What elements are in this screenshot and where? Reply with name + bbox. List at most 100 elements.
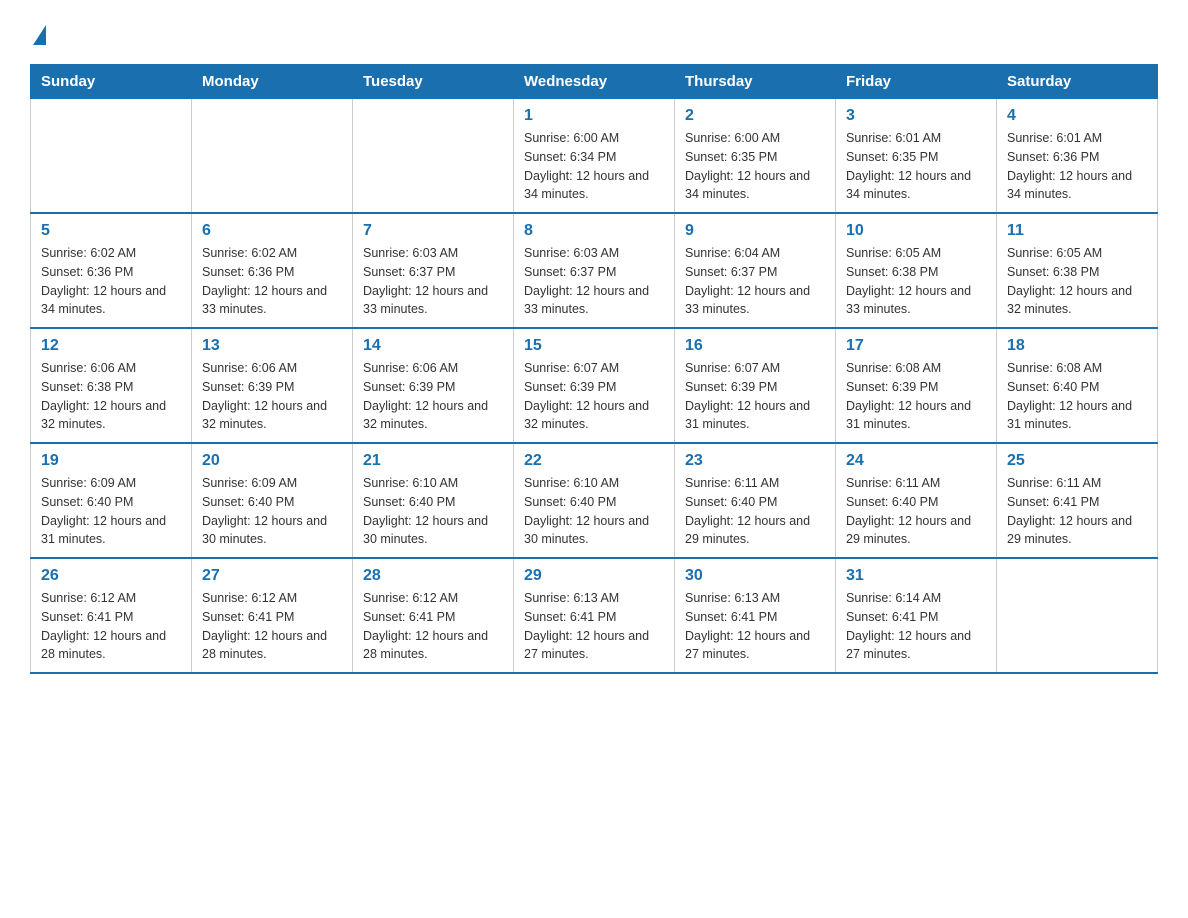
calendar-day-cell: 15 Sunrise: 6:07 AM Sunset: 6:39 PM Dayli… xyxy=(514,328,675,443)
calendar-day-cell: 13 Sunrise: 6:06 AM Sunset: 6:39 PM Dayli… xyxy=(192,328,353,443)
day-info: Sunrise: 6:07 AM Sunset: 6:39 PM Dayligh… xyxy=(685,359,825,434)
calendar-day-cell: 26 Sunrise: 6:12 AM Sunset: 6:41 PM Dayli… xyxy=(31,558,192,673)
day-of-week-header: Tuesday xyxy=(353,65,514,99)
calendar-day-cell: 30 Sunrise: 6:13 AM Sunset: 6:41 PM Dayli… xyxy=(675,558,836,673)
calendar-day-cell: 23 Sunrise: 6:11 AM Sunset: 6:40 PM Dayli… xyxy=(675,443,836,558)
day-number: 3 xyxy=(846,107,986,125)
calendar-day-cell: 14 Sunrise: 6:06 AM Sunset: 6:39 PM Dayli… xyxy=(353,328,514,443)
day-info: Sunrise: 6:06 AM Sunset: 6:39 PM Dayligh… xyxy=(363,359,503,434)
day-number: 12 xyxy=(41,337,181,355)
calendar-day-cell: 24 Sunrise: 6:11 AM Sunset: 6:40 PM Dayli… xyxy=(836,443,997,558)
calendar-day-cell: 16 Sunrise: 6:07 AM Sunset: 6:39 PM Dayli… xyxy=(675,328,836,443)
day-info: Sunrise: 6:05 AM Sunset: 6:38 PM Dayligh… xyxy=(846,244,986,319)
day-info: Sunrise: 6:00 AM Sunset: 6:35 PM Dayligh… xyxy=(685,129,825,204)
day-number: 1 xyxy=(524,107,664,125)
calendar-day-cell: 1 Sunrise: 6:00 AM Sunset: 6:34 PM Daylig… xyxy=(514,99,675,214)
day-number: 9 xyxy=(685,222,825,240)
day-info: Sunrise: 6:11 AM Sunset: 6:40 PM Dayligh… xyxy=(685,474,825,549)
calendar-day-cell: 3 Sunrise: 6:01 AM Sunset: 6:35 PM Daylig… xyxy=(836,99,997,214)
calendar-day-cell: 21 Sunrise: 6:10 AM Sunset: 6:40 PM Dayli… xyxy=(353,443,514,558)
day-number: 13 xyxy=(202,337,342,355)
calendar-day-cell xyxy=(997,558,1158,673)
day-info: Sunrise: 6:09 AM Sunset: 6:40 PM Dayligh… xyxy=(202,474,342,549)
day-number: 20 xyxy=(202,452,342,470)
day-number: 17 xyxy=(846,337,986,355)
day-of-week-header: Sunday xyxy=(31,65,192,99)
day-of-week-header: Thursday xyxy=(675,65,836,99)
calendar-table: SundayMondayTuesdayWednesdayThursdayFrid… xyxy=(30,64,1158,674)
calendar-day-cell xyxy=(192,99,353,214)
day-info: Sunrise: 6:09 AM Sunset: 6:40 PM Dayligh… xyxy=(41,474,181,549)
day-info: Sunrise: 6:01 AM Sunset: 6:35 PM Dayligh… xyxy=(846,129,986,204)
day-info: Sunrise: 6:08 AM Sunset: 6:39 PM Dayligh… xyxy=(846,359,986,434)
day-info: Sunrise: 6:06 AM Sunset: 6:38 PM Dayligh… xyxy=(41,359,181,434)
day-number: 4 xyxy=(1007,107,1147,125)
day-number: 21 xyxy=(363,452,503,470)
day-number: 8 xyxy=(524,222,664,240)
day-info: Sunrise: 6:11 AM Sunset: 6:41 PM Dayligh… xyxy=(1007,474,1147,549)
day-info: Sunrise: 6:12 AM Sunset: 6:41 PM Dayligh… xyxy=(363,589,503,664)
calendar-day-cell xyxy=(31,99,192,214)
day-of-week-header: Monday xyxy=(192,65,353,99)
day-info: Sunrise: 6:00 AM Sunset: 6:34 PM Dayligh… xyxy=(524,129,664,204)
day-number: 30 xyxy=(685,567,825,585)
page-header xyxy=(30,20,1158,48)
calendar-day-cell: 19 Sunrise: 6:09 AM Sunset: 6:40 PM Dayli… xyxy=(31,443,192,558)
day-number: 28 xyxy=(363,567,503,585)
calendar-day-cell: 12 Sunrise: 6:06 AM Sunset: 6:38 PM Dayli… xyxy=(31,328,192,443)
calendar-day-cell: 5 Sunrise: 6:02 AM Sunset: 6:36 PM Daylig… xyxy=(31,213,192,328)
calendar-day-cell: 31 Sunrise: 6:14 AM Sunset: 6:41 PM Dayli… xyxy=(836,558,997,673)
calendar-day-cell: 2 Sunrise: 6:00 AM Sunset: 6:35 PM Daylig… xyxy=(675,99,836,214)
day-info: Sunrise: 6:03 AM Sunset: 6:37 PM Dayligh… xyxy=(363,244,503,319)
day-of-week-header: Saturday xyxy=(997,65,1158,99)
day-info: Sunrise: 6:13 AM Sunset: 6:41 PM Dayligh… xyxy=(685,589,825,664)
day-number: 18 xyxy=(1007,337,1147,355)
calendar-body: 1 Sunrise: 6:00 AM Sunset: 6:34 PM Daylig… xyxy=(31,99,1158,674)
day-info: Sunrise: 6:07 AM Sunset: 6:39 PM Dayligh… xyxy=(524,359,664,434)
day-number: 2 xyxy=(685,107,825,125)
day-number: 14 xyxy=(363,337,503,355)
calendar-week-row: 1 Sunrise: 6:00 AM Sunset: 6:34 PM Daylig… xyxy=(31,99,1158,214)
day-info: Sunrise: 6:11 AM Sunset: 6:40 PM Dayligh… xyxy=(846,474,986,549)
day-info: Sunrise: 6:14 AM Sunset: 6:41 PM Dayligh… xyxy=(846,589,986,664)
logo xyxy=(30,20,46,48)
day-info: Sunrise: 6:02 AM Sunset: 6:36 PM Dayligh… xyxy=(41,244,181,319)
day-number: 31 xyxy=(846,567,986,585)
day-number: 22 xyxy=(524,452,664,470)
calendar-day-cell: 27Sunrise: 6:12 AM Sunset: 6:41 PM Dayli… xyxy=(192,558,353,673)
calendar-week-row: 5 Sunrise: 6:02 AM Sunset: 6:36 PM Daylig… xyxy=(31,213,1158,328)
day-number: 5 xyxy=(41,222,181,240)
day-info: Sunrise: 6:10 AM Sunset: 6:40 PM Dayligh… xyxy=(363,474,503,549)
calendar-day-cell: 7 Sunrise: 6:03 AM Sunset: 6:37 PM Daylig… xyxy=(353,213,514,328)
logo-triangle-icon xyxy=(33,25,46,45)
calendar-day-cell: 22 Sunrise: 6:10 AM Sunset: 6:40 PM Dayli… xyxy=(514,443,675,558)
day-info: Sunrise: 6:12 AM Sunset: 6:41 PM Dayligh… xyxy=(41,589,181,664)
day-number: 11 xyxy=(1007,222,1147,240)
calendar-day-cell xyxy=(353,99,514,214)
calendar-header: SundayMondayTuesdayWednesdayThursdayFrid… xyxy=(31,65,1158,99)
day-info: Sunrise: 6:06 AM Sunset: 6:39 PM Dayligh… xyxy=(202,359,342,434)
days-of-week-row: SundayMondayTuesdayWednesdayThursdayFrid… xyxy=(31,65,1158,99)
day-info: Sunrise: 6:12 AM Sunset: 6:41 PM Dayligh… xyxy=(202,589,342,664)
calendar-day-cell: 9Sunrise: 6:04 AM Sunset: 6:37 PM Daylig… xyxy=(675,213,836,328)
calendar-day-cell: 17 Sunrise: 6:08 AM Sunset: 6:39 PM Dayli… xyxy=(836,328,997,443)
day-number: 6 xyxy=(202,222,342,240)
calendar-week-row: 12 Sunrise: 6:06 AM Sunset: 6:38 PM Dayli… xyxy=(31,328,1158,443)
day-number: 29 xyxy=(524,567,664,585)
day-number: 16 xyxy=(685,337,825,355)
day-info: Sunrise: 6:13 AM Sunset: 6:41 PM Dayligh… xyxy=(524,589,664,664)
calendar-week-row: 19 Sunrise: 6:09 AM Sunset: 6:40 PM Dayli… xyxy=(31,443,1158,558)
logo-blue-text xyxy=(30,20,46,48)
day-of-week-header: Friday xyxy=(836,65,997,99)
day-info: Sunrise: 6:10 AM Sunset: 6:40 PM Dayligh… xyxy=(524,474,664,549)
calendar-day-cell: 18Sunrise: 6:08 AM Sunset: 6:40 PM Dayli… xyxy=(997,328,1158,443)
calendar-day-cell: 10 Sunrise: 6:05 AM Sunset: 6:38 PM Dayli… xyxy=(836,213,997,328)
day-number: 7 xyxy=(363,222,503,240)
day-number: 10 xyxy=(846,222,986,240)
day-number: 19 xyxy=(41,452,181,470)
day-info: Sunrise: 6:01 AM Sunset: 6:36 PM Dayligh… xyxy=(1007,129,1147,204)
day-number: 24 xyxy=(846,452,986,470)
day-number: 23 xyxy=(685,452,825,470)
day-number: 26 xyxy=(41,567,181,585)
day-number: 15 xyxy=(524,337,664,355)
